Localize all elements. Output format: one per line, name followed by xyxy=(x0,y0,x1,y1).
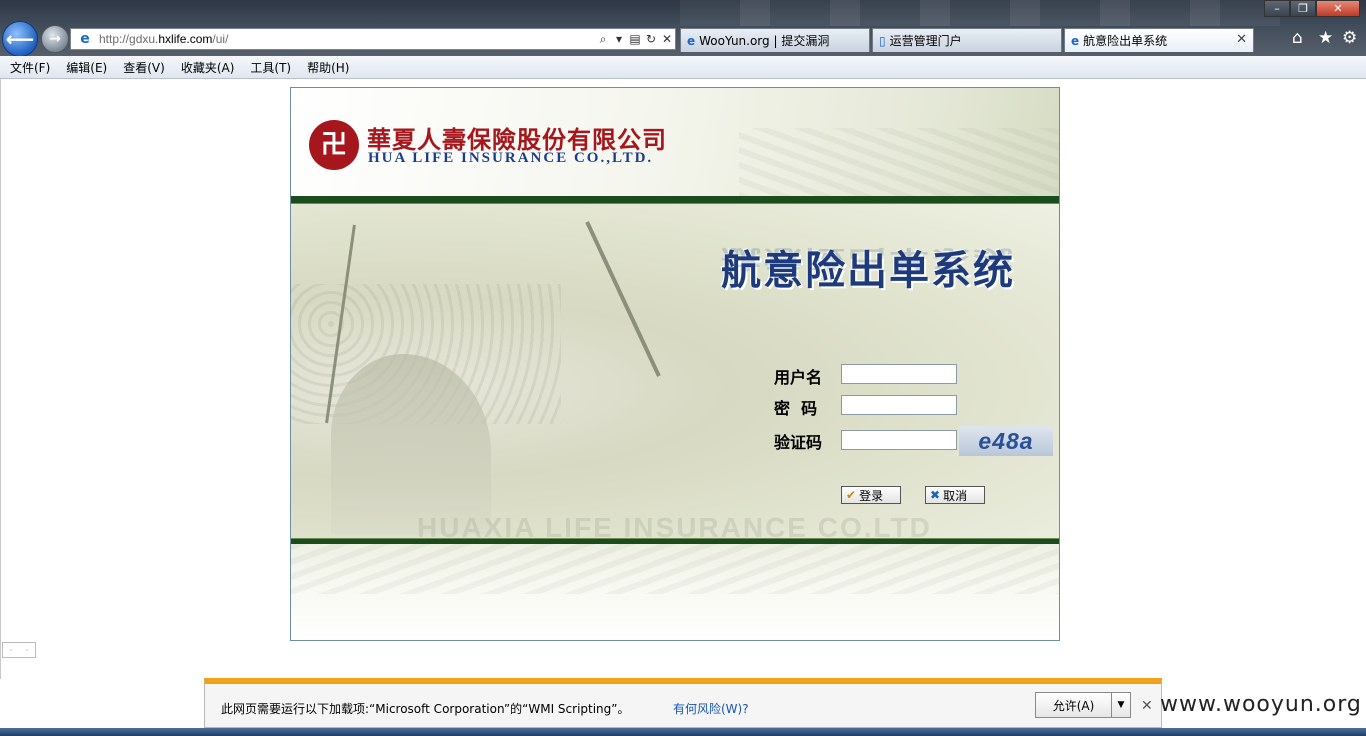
ie-page-icon: e xyxy=(80,31,90,47)
forward-button[interactable]: → xyxy=(41,25,69,53)
notification-message: 此网页需要运行以下加载项:“Microsoft Corporation”的“WM… xyxy=(221,702,630,716)
back-button[interactable]: ⟵ xyxy=(2,21,38,57)
addon-notification-bar: 此网页需要运行以下加载项:“Microsoft Corporation”的“WM… xyxy=(204,678,1162,728)
password-input[interactable] xyxy=(841,395,957,415)
menu-help[interactable]: 帮助(H) xyxy=(307,59,349,76)
login-frame: 卍 華夏人壽保險股份有限公司 HUA LIFE INSURANCE CO.,LT… xyxy=(290,87,1060,641)
ie-tab-icon: e xyxy=(1071,33,1080,48)
notification-close-icon[interactable]: ✕ xyxy=(1141,698,1153,714)
frame-dot: · xyxy=(9,645,13,655)
ie-tab-icon: e xyxy=(687,33,696,48)
window-controls: – ❐ ✕ xyxy=(1264,0,1360,18)
home-icon[interactable]: ⌂ xyxy=(1292,28,1303,48)
minimize-button[interactable]: – xyxy=(1264,0,1290,17)
username-label: 用户名 xyxy=(774,368,823,387)
chevron-down-icon[interactable]: ▼ xyxy=(1111,693,1130,717)
titlebar-decoration xyxy=(680,0,1280,26)
refresh-icon[interactable]: ↻ xyxy=(643,32,659,46)
menu-view[interactable]: 查看(V) xyxy=(123,59,165,76)
captcha-label: 验证码 xyxy=(774,433,823,452)
menu-tools[interactable]: 工具(T) xyxy=(250,59,291,76)
menu-edit[interactable]: 编辑(E) xyxy=(66,59,107,76)
company-name-en: HUA LIFE INSURANCE CO.,LTD. xyxy=(368,150,654,166)
menu-bar: 文件(F) 编辑(E) 查看(V) 收藏夹(A) 工具(T) 帮助(H) xyxy=(0,56,1366,79)
login-button-label: 登录 xyxy=(859,488,884,503)
tab-label: 航意险出单系统 xyxy=(1083,34,1168,48)
menu-file[interactable]: 文件(F) xyxy=(10,59,50,76)
forward-arrow-icon: → xyxy=(49,31,61,47)
small-frame-widget: · · xyxy=(2,642,36,658)
site-watermark: www.wooyun.org xyxy=(1160,692,1362,717)
frame-dot: · xyxy=(25,645,29,655)
risk-info-link[interactable]: 有何风险(W)? xyxy=(673,700,749,717)
pagoda-reflection-decoration xyxy=(291,544,1059,594)
search-icon[interactable]: ⌕ xyxy=(595,32,611,47)
allow-button[interactable]: 允许(A) ▼ xyxy=(1035,692,1131,718)
close-window-button[interactable]: ✕ xyxy=(1316,0,1360,17)
header-banner: 卍 華夏人壽保險股份有限公司 HUA LIFE INSURANCE CO.,LT… xyxy=(291,88,1059,198)
page-tab-icon: ▯ xyxy=(879,33,886,48)
stop-icon[interactable]: ✕ xyxy=(659,32,675,46)
favorites-star-icon[interactable]: ★ xyxy=(1318,28,1333,48)
menu-favorites[interactable]: 收藏夹(A) xyxy=(181,59,235,76)
url-suffix: /ui/ xyxy=(212,32,229,46)
divider-band xyxy=(291,196,1059,204)
captcha-input[interactable] xyxy=(841,430,957,450)
login-button[interactable]: ✔ 登录 xyxy=(841,486,901,504)
windows-taskbar xyxy=(0,728,1366,736)
checkmark-icon: ✔ xyxy=(846,488,857,502)
back-arrow-icon: ⟵ xyxy=(5,27,35,51)
tab-ops-portal[interactable]: ▯ 运营管理门户 xyxy=(872,28,1062,52)
maximize-button[interactable]: ❐ xyxy=(1290,0,1316,17)
username-input[interactable] xyxy=(841,364,957,384)
tab-label: WooYun.org | 提交漏洞 xyxy=(699,34,830,48)
url-domain: hxlife.com xyxy=(158,32,213,46)
system-title-reflection: 航意险出单系统 xyxy=(721,244,1015,273)
tab-close-icon[interactable]: ✕ xyxy=(1236,32,1247,47)
dropdown-icon[interactable]: ▾ xyxy=(611,32,627,46)
settings-gear-icon[interactable]: ⚙ xyxy=(1342,28,1357,48)
compat-view-icon[interactable]: ▤ xyxy=(627,32,643,46)
allow-button-label: 允许(A) xyxy=(1052,698,1095,713)
tab-wooyun[interactable]: e WooYun.org | 提交漏洞 xyxy=(680,28,870,52)
cross-icon: ✖ xyxy=(930,488,941,502)
footer-banner xyxy=(291,544,1059,640)
pagoda-decoration xyxy=(739,128,1059,198)
sword-decoration xyxy=(585,221,661,377)
cancel-button-label: 取消 xyxy=(943,488,968,503)
captcha-image[interactable]: e48a xyxy=(959,426,1053,456)
tab-flight-insurance[interactable]: e 航意险出单系统 ✕ xyxy=(1064,28,1254,52)
password-label: 密 码 xyxy=(774,399,818,418)
url-text[interactable]: http://gdxu.hxlife.com/ui/ xyxy=(99,32,595,46)
url-prefix: http://gdxu. xyxy=(99,32,159,46)
address-bar[interactable]: e http://gdxu.hxlife.com/ui/ ⌕ ▾ ▤ ↻ ✕ xyxy=(70,28,676,50)
tab-label: 运营管理门户 xyxy=(889,34,962,48)
cancel-button[interactable]: ✖ 取消 xyxy=(925,486,985,504)
browser-titlebar: ⟵ → e http://gdxu.hxlife.com/ui/ ⌕ ▾ ▤ ↻… xyxy=(0,0,1366,57)
company-logo-icon: 卍 xyxy=(309,120,359,170)
